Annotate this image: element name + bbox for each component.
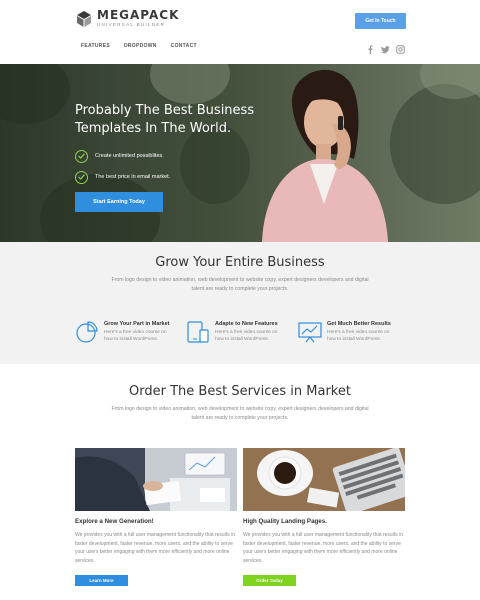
services-subtitle: From logo design to video animation, web…: [111, 406, 369, 421]
hero-feature-item: Create unlimited possiblites.: [75, 146, 170, 166]
business-meeting-image: [75, 448, 237, 511]
feature-item: Adapte to New Features Here's a free vid…: [186, 320, 287, 344]
twitter-icon[interactable]: [381, 41, 390, 54]
feature-item: Grow Your Part in Market Here's a free v…: [75, 320, 176, 344]
nav-features[interactable]: FEATURES: [81, 43, 110, 49]
card-desc: We provides you with a full user managem…: [243, 532, 403, 564]
services-section: Order The Best Services in Market From l…: [0, 364, 480, 600]
presentation-chart-icon: [298, 320, 322, 344]
facebook-icon[interactable]: [366, 41, 375, 54]
check-circle-icon: [75, 170, 88, 184]
nav-dropdown[interactable]: DROPDOWN: [124, 43, 157, 49]
get-in-touch-button[interactable]: Get In Touch: [355, 13, 406, 29]
grow-title: Grow Your Entire Business: [155, 255, 325, 270]
feature-title: Adapte to New Features: [215, 321, 278, 327]
logo-mark-icon: [75, 10, 93, 28]
check-circle-icon: [75, 149, 88, 163]
order-today-button[interactable]: Order Today: [243, 575, 296, 586]
hero-woman-image: [262, 69, 388, 242]
main-nav: FEATURES DROPDOWN CONTACT: [81, 43, 197, 49]
feature-desc: Here's a free video course on how to ins…: [327, 330, 390, 342]
nav-contact[interactable]: CONTACT: [171, 43, 197, 49]
hero-feature-text: Create unlimited possiblites.: [95, 153, 164, 159]
grow-subtitle: From logo design to video animation, web…: [111, 277, 369, 292]
site-header: MEGAPACK UNIVERSAL BUILDER Get In Touch …: [0, 0, 480, 64]
logo-name: MEGAPACK: [97, 8, 180, 22]
services-title: Order The Best Services in Market: [129, 384, 351, 399]
grow-section: Grow Your Entire Business From logo desi…: [0, 242, 480, 364]
devices-icon: [186, 320, 210, 344]
hero-feature-item: The best price in email market.: [75, 167, 170, 187]
hero-title: Probably The Best Business Templates In …: [75, 103, 255, 136]
card-title: Explore a New Generation!: [75, 518, 154, 525]
pie-chart-icon: [75, 320, 99, 344]
feature-desc: Here's a free video course on how to ins…: [104, 330, 167, 342]
feature-desc: Here's a free video course on how to ins…: [215, 330, 278, 342]
hero-feature-list: Create unlimited possiblites. The best p…: [75, 146, 170, 188]
start-earning-button[interactable]: Start Earning Today: [75, 192, 163, 212]
logo-tagline: UNIVERSAL BUILDER: [97, 22, 166, 27]
instagram-icon[interactable]: [396, 41, 405, 54]
feature-item: Get Much Better Results Here's a free vi…: [298, 320, 399, 344]
learn-more-button[interactable]: Learn More: [75, 575, 128, 586]
feature-title: Grow Your Part in Market: [104, 321, 170, 327]
logo[interactable]: MEGAPACK UNIVERSAL BUILDER: [75, 9, 179, 28]
social-links: [366, 41, 405, 54]
feature-title: Get Much Better Results: [327, 321, 391, 327]
hero-section: Probably The Best Business Templates In …: [0, 64, 480, 242]
desk-coffee-image: [243, 448, 405, 511]
card-desc: We provides you with a full user managem…: [75, 532, 235, 564]
card-title: High Quality Landing Pages.: [243, 518, 327, 525]
hero-feature-text: The best price in email market.: [95, 174, 171, 180]
